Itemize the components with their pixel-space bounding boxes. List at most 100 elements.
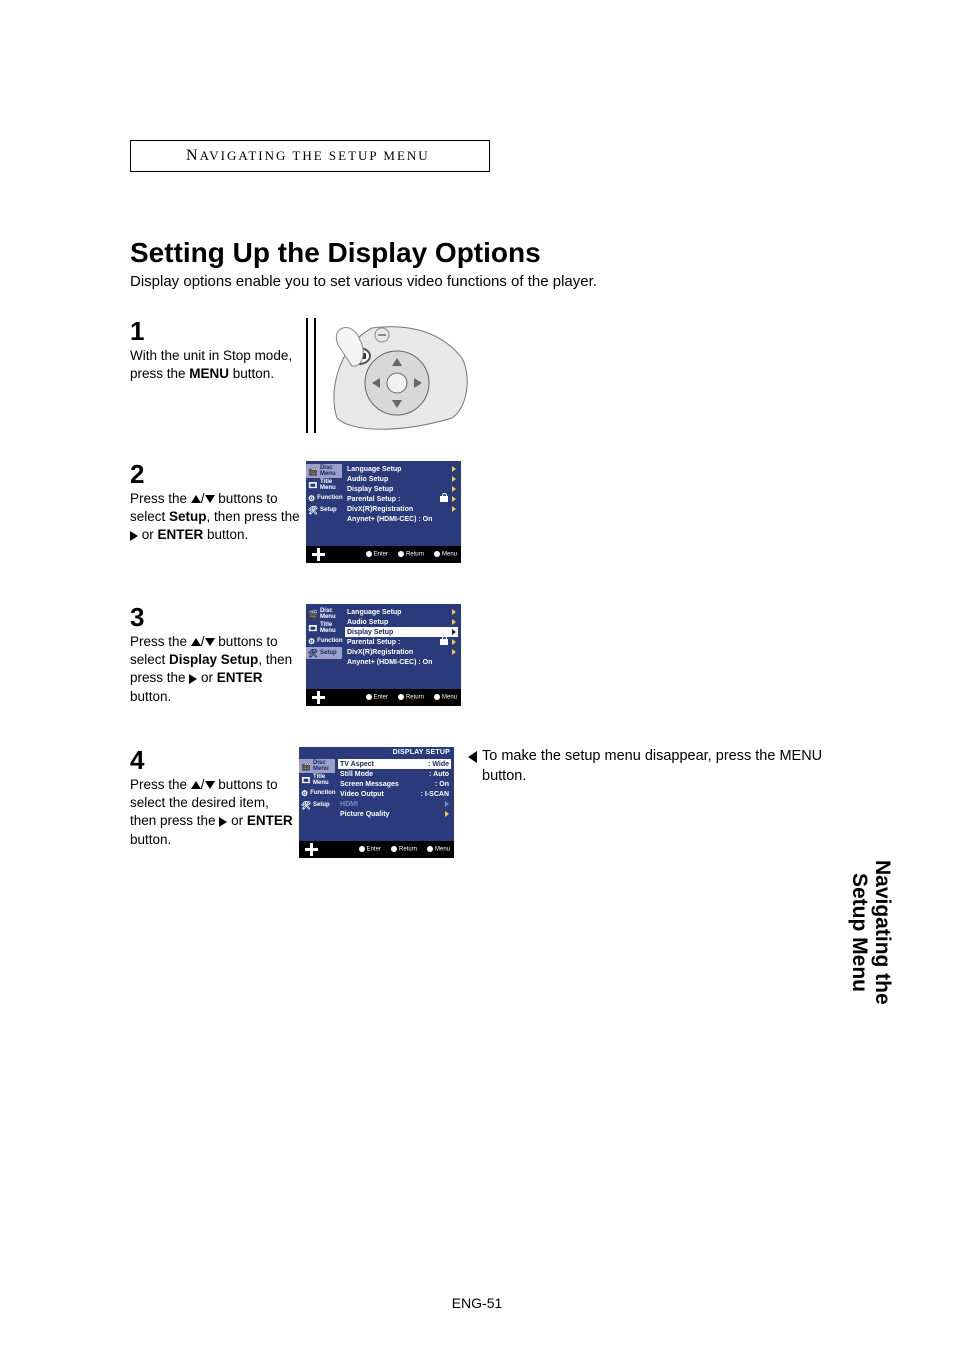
osd-footer: EnterReturnMenu [306,689,461,706]
step-4-e: button. [130,832,171,847]
arrow-right-icon [452,476,456,482]
note-text: To make the setup menu disappear, press … [482,747,854,786]
lock-icon [440,496,448,502]
step-2: 2 Press the / buttons to select Setup, t… [130,461,854,576]
osd-row-label: TV Aspect [340,761,424,768]
osd-side-icon: 🛠 [301,800,311,810]
section-tab-cap: N [186,147,200,164]
step-divider [306,318,316,433]
page-subheading: Display options enable you to set variou… [130,273,854,290]
osd-row: Video Output: I-SCAN [338,789,451,799]
osd-row: Parental Setup : [345,494,458,504]
osd-row-label: Still Mode [340,771,425,778]
osd-footer-return: Return [391,846,417,853]
note-arrow-icon [468,751,477,763]
step-2-bold1: Setup [169,509,207,524]
osd-row-value: : Wide [424,761,449,768]
step-3-d: or [197,670,217,685]
page-title: Setting Up the Display Options [130,237,854,269]
osd-row: Language Setup [345,607,458,617]
down-icon [205,495,215,503]
arrow-right-icon [452,506,456,512]
arrow-right-icon [452,496,456,502]
up-icon [191,495,201,503]
osd-footer-menu: Menu [434,551,457,558]
step-2-c: , then press the [207,509,300,524]
osd-footer-menu: Menu [434,694,457,701]
osd-side-label: Function [317,638,342,644]
osd-row: DivX(R)Registration [345,504,458,514]
up-icon [191,638,201,646]
osd-row: Audio Setup [345,617,458,627]
osd-row-label: HDMI [340,801,441,808]
step-4-a: Press the [130,777,191,792]
up-icon [191,781,201,789]
step-3-a: Press the [130,634,191,649]
step-4-bold2: ENTER [247,813,293,828]
osd-row-label: Parental Setup : [347,496,436,503]
osd-row-label: Audio Setup [347,619,448,626]
osd-footer-return: Return [398,694,424,701]
osd-side-item: 🎬Disc Menu [306,464,342,478]
osd-row: Language Setup [345,464,458,474]
osd-footer-enter: Enter [366,551,388,558]
down-icon [205,781,215,789]
arrow-right-icon [452,639,456,645]
step-4-number: 4 [130,747,293,773]
arrow-right-icon [445,811,449,817]
step-4-note: To make the setup menu disappear, press … [468,747,854,786]
osd-row-label: Screen Messages [340,781,431,788]
osd-row: HDMI [338,799,451,809]
osd-row-label: Video Output [340,791,417,798]
osd-side-item: 🛠Setup [299,799,335,811]
osd-side-item: 🎞Title Menu [306,478,342,492]
osd-row: DivX(R)Registration [345,647,458,657]
osd-side-label: Function [317,495,342,501]
osd-side-item: ⚙Function [306,492,342,504]
arrow-right-icon [452,649,456,655]
osd-row-label: Language Setup [347,609,448,616]
osd-row-label: DivX(R)Registration [347,506,448,513]
side-title-line1: Navigating the [871,860,894,1005]
osd-side-item: ⚙Function [299,787,335,799]
osd-row-value: : Auto [425,771,449,778]
osd-footer: Enter Return Menu [306,546,461,563]
osd-side-label: Setup [320,507,337,513]
osd-side-icon: ⚙ [308,493,315,503]
step-2-osd: 🎬Disc Menu🎞Title Menu⚙Function🛠SetupLang… [306,461,461,576]
osd-footer: EnterReturnMenu [299,841,454,858]
osd-row-label: Display Setup [347,486,448,493]
osd-row-value: : On [431,781,449,788]
osd-row-value: : I-SCAN [417,791,449,798]
osd-side-item: 🎬Disc Menu [306,607,342,621]
step-1: 1 With the unit in Stop mode, press the … [130,318,854,433]
arrow-right-icon [452,619,456,625]
osd-row-label: Audio Setup [347,476,448,483]
osd-row-label: DivX(R)Registration [347,649,448,656]
osd-side-item: 🎬Disc Menu [299,759,335,773]
osd-row: Display Setup [345,484,458,494]
osd-row: Picture Quality [338,809,451,819]
step-2-bold2: ENTER [158,527,204,542]
osd-footer-return: Return [398,551,424,558]
side-tab-title: Navigating the Setup Menu [848,860,894,1005]
side-title-line2: Setup Menu [848,873,871,992]
osd-side-icon: ⚙ [308,636,315,646]
osd-row-label: Picture Quality [340,811,441,818]
down-icon [205,638,215,646]
arrow-right-icon [452,466,456,472]
step-1-illustration: MENU [322,318,477,433]
osd-row-label: Parental Setup : [347,639,436,646]
step-3-osd: 🎬Disc Menu🎞Title Menu⚙Function🛠SetupLang… [306,604,461,719]
osd-row: Still Mode: Auto [338,769,451,779]
step-1-number: 1 [130,318,300,344]
step-3-e: button. [130,689,171,704]
osd-side-label: Title Menu [320,479,340,491]
osd-side-icon: 🛠 [308,648,318,658]
osd-title: DISPLAY SETUP [299,747,454,756]
osd-side-label: Title Menu [313,774,333,786]
osd-row-label: Display Setup [347,629,448,636]
step-4: 4 Press the / buttons to select the desi… [130,747,854,862]
osd-side-label: Title Menu [320,622,340,634]
step-3-bold2: ENTER [217,670,263,685]
